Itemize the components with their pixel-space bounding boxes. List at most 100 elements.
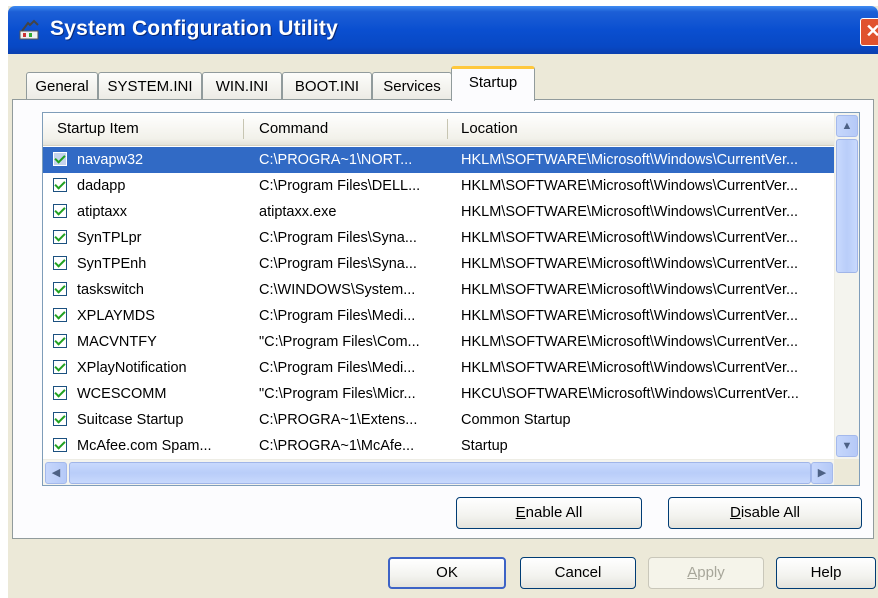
item-name: SynTPLpr bbox=[77, 230, 142, 246]
scroll-up-icon: ▲ bbox=[841, 120, 853, 132]
tab-general[interactable]: General bbox=[26, 72, 98, 99]
tab-label: BOOT.INI bbox=[294, 78, 360, 95]
item-command: C:\Program Files\Medi... bbox=[259, 308, 416, 324]
item-checkbox[interactable] bbox=[53, 152, 67, 166]
tab-system-ini[interactable]: SYSTEM.INI bbox=[98, 72, 202, 99]
item-checkbox[interactable] bbox=[53, 386, 67, 400]
item-name: atiptaxx bbox=[77, 204, 127, 220]
cancel-button[interactable]: Cancel bbox=[520, 557, 636, 589]
scroll-down-icon: ▼ bbox=[841, 440, 853, 452]
column-header-location[interactable]: Location bbox=[461, 113, 518, 145]
item-location: HKLM\SOFTWARE\Microsoft\Windows\CurrentV… bbox=[461, 178, 799, 194]
item-checkbox[interactable] bbox=[53, 204, 67, 218]
item-command: C:\Program Files\DELL... bbox=[259, 178, 421, 194]
scroll-left-button[interactable]: ◀ bbox=[45, 462, 67, 484]
help-button[interactable]: Help bbox=[776, 557, 876, 589]
item-location: HKLM\SOFTWARE\Microsoft\Windows\CurrentV… bbox=[461, 152, 799, 168]
item-command: C:\Program Files\Syna... bbox=[259, 230, 417, 246]
scroll-left-icon: ◀ bbox=[51, 467, 61, 479]
vertical-scroll-thumb[interactable] bbox=[836, 139, 858, 273]
item-command: C:\PROGRA~1\Extens... bbox=[259, 412, 418, 428]
item-command: C:\Program Files\Syna... bbox=[259, 256, 417, 272]
startup-list[interactable]: Startup Item Command Location navapw32 C… bbox=[42, 112, 860, 486]
tab-label: General bbox=[35, 78, 89, 95]
disable-all-button[interactable]: Disable All bbox=[668, 497, 862, 529]
list-item[interactable]: Suitcase Startup C:\PROGRA~1\Extens... C… bbox=[43, 407, 834, 433]
vertical-scrollbar[interactable]: ▲ ▼ bbox=[834, 113, 859, 459]
window: System Configuration Utility ✕ General S… bbox=[8, 6, 878, 598]
item-name: WCESCOMM bbox=[77, 386, 167, 402]
scroll-up-button[interactable]: ▲ bbox=[836, 115, 858, 137]
list-item[interactable]: atiptaxx atiptaxx.exe HKLM\SOFTWARE\Micr… bbox=[43, 199, 834, 225]
button-label: isable All bbox=[740, 504, 801, 521]
item-command: C:\PROGRA~1\NORT... bbox=[259, 152, 413, 168]
msconfig-icon bbox=[19, 19, 39, 40]
item-checkbox[interactable] bbox=[53, 308, 67, 322]
enable-all-button[interactable]: Enable All bbox=[456, 497, 642, 529]
scroll-right-icon: ▶ bbox=[817, 467, 827, 479]
list-item[interactable]: WCESCOMM "C:\Program Files\Micr... HKCU\… bbox=[43, 381, 834, 407]
item-checkbox[interactable] bbox=[53, 412, 67, 426]
item-name: dadapp bbox=[77, 178, 126, 194]
item-checkbox[interactable] bbox=[53, 282, 67, 296]
list-item[interactable]: MACVNTFY "C:\Program Files\Com... HKLM\S… bbox=[43, 329, 834, 355]
item-checkbox[interactable] bbox=[53, 178, 67, 192]
list-item[interactable]: taskswitch C:\WINDOWS\System... HKLM\SOF… bbox=[43, 277, 834, 303]
item-command: "C:\Program Files\Micr... bbox=[259, 386, 416, 402]
list-item[interactable]: XPlayNotification C:\Program Files\Medi.… bbox=[43, 355, 834, 381]
button-label: Cancel bbox=[554, 564, 602, 581]
column-header-command[interactable]: Command bbox=[259, 113, 328, 145]
item-checkbox[interactable] bbox=[53, 256, 67, 270]
item-checkbox[interactable] bbox=[53, 230, 67, 244]
tab-win-ini[interactable]: WIN.INI bbox=[202, 72, 282, 99]
list-item[interactable]: SynTPLpr C:\Program Files\Syna... HKLM\S… bbox=[43, 225, 834, 251]
item-checkbox[interactable] bbox=[53, 360, 67, 374]
item-location: HKLM\SOFTWARE\Microsoft\Windows\CurrentV… bbox=[461, 360, 799, 376]
item-name: MACVNTFY bbox=[77, 334, 157, 350]
ok-button[interactable]: OK bbox=[388, 557, 506, 589]
close-icon: ✕ bbox=[865, 21, 878, 41]
item-name: navapw32 bbox=[77, 152, 144, 168]
list-item[interactable]: XPLAYMDS C:\Program Files\Medi... HKLM\S… bbox=[43, 303, 834, 329]
tab-startup[interactable]: Startup bbox=[451, 66, 535, 101]
button-mnemonic: A bbox=[687, 564, 698, 581]
item-command: C:\Program Files\Medi... bbox=[259, 360, 416, 376]
item-name: SynTPEnh bbox=[77, 256, 147, 272]
horizontal-scroll-thumb[interactable] bbox=[69, 462, 811, 484]
scroll-down-button[interactable]: ▼ bbox=[836, 435, 858, 457]
item-location: HKLM\SOFTWARE\Microsoft\Windows\CurrentV… bbox=[461, 334, 799, 350]
list-item[interactable]: navapw32 C:\PROGRA~1\NORT... HKLM\SOFTWA… bbox=[43, 147, 834, 173]
list-item[interactable]: SynTPEnh C:\Program Files\Syna... HKLM\S… bbox=[43, 251, 834, 277]
item-checkbox[interactable] bbox=[53, 438, 67, 452]
item-name: XPLAYMDS bbox=[77, 308, 155, 324]
apply-button[interactable]: Apply bbox=[648, 557, 764, 589]
window-title: System Configuration Utility bbox=[50, 17, 338, 40]
scroll-right-button[interactable]: ▶ bbox=[811, 462, 833, 484]
item-location: Startup bbox=[461, 438, 508, 454]
column-divider[interactable] bbox=[243, 119, 244, 139]
column-header-startup-item[interactable]: Startup Item bbox=[57, 113, 139, 145]
tab-services[interactable]: Services bbox=[372, 72, 452, 99]
item-checkbox[interactable] bbox=[53, 334, 67, 348]
item-command: C:\WINDOWS\System... bbox=[259, 282, 416, 298]
column-divider[interactable] bbox=[447, 119, 448, 139]
close-button[interactable]: ✕ bbox=[860, 18, 878, 46]
button-label: pply bbox=[697, 564, 725, 581]
tab-label: Startup bbox=[468, 74, 518, 91]
list-item[interactable]: dadapp C:\Program Files\DELL... HKLM\SOF… bbox=[43, 173, 834, 199]
button-label: Help bbox=[810, 564, 842, 581]
item-command: C:\PROGRA~1\McAfe... bbox=[259, 438, 415, 454]
item-location: HKLM\SOFTWARE\Microsoft\Windows\CurrentV… bbox=[461, 230, 799, 246]
item-name: Suitcase Startup bbox=[77, 412, 184, 428]
button-mnemonic: E bbox=[515, 504, 526, 521]
button-label: OK bbox=[436, 564, 458, 581]
tab-label: WIN.INI bbox=[215, 78, 269, 95]
tab-boot-ini[interactable]: BOOT.INI bbox=[282, 72, 372, 99]
item-name: taskswitch bbox=[77, 282, 144, 298]
title-bar[interactable]: System Configuration Utility ✕ bbox=[8, 6, 878, 54]
horizontal-scrollbar[interactable]: ◀ ▶ bbox=[43, 459, 834, 485]
list-item[interactable]: McAfee.com Spam... C:\PROGRA~1\McAfe... … bbox=[43, 433, 834, 459]
item-name: McAfee.com Spam... bbox=[77, 438, 212, 454]
item-location: HKCU\SOFTWARE\Microsoft\Windows\CurrentV… bbox=[461, 386, 799, 402]
tab-label: Services bbox=[383, 78, 441, 95]
